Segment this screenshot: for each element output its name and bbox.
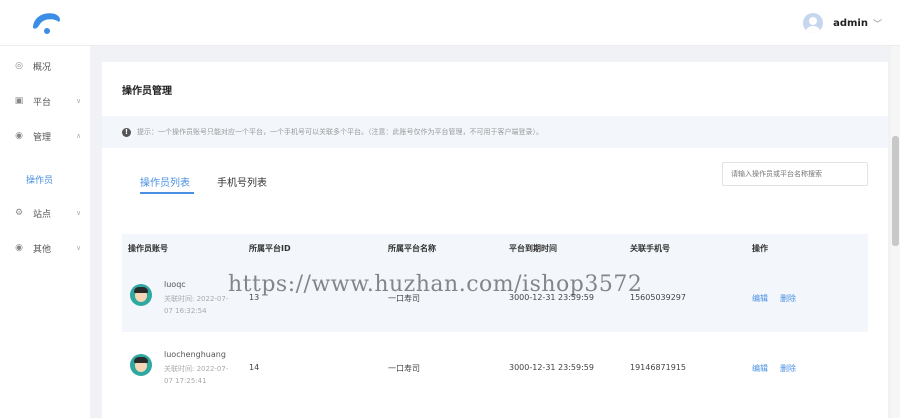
sidebar-item-site[interactable]: ⚙ 站点 ∨ xyxy=(0,203,90,223)
operator-avatar xyxy=(130,284,152,306)
platform-icon: ▣ xyxy=(14,96,24,106)
chevron-down-icon: ∨ xyxy=(76,209,82,217)
platform-id: 14 xyxy=(249,363,260,372)
manage-icon: ◉ xyxy=(15,131,23,141)
chevron-down-icon: ∨ xyxy=(76,244,82,252)
other-icon: ◉ xyxy=(15,243,23,253)
tip-banner: ! 提示：一个操作员账号只能对应一个平台，一个手机号可以关联多个平台。（注意：此… xyxy=(102,116,888,148)
sidebar-item-overview[interactable]: ◎ 概况 xyxy=(0,56,90,76)
delete-button[interactable]: 删除 xyxy=(780,293,796,304)
active-tab-indicator xyxy=(140,192,194,194)
app-logo-icon[interactable] xyxy=(30,9,62,37)
info-icon: ! xyxy=(122,127,131,137)
sidebar-subitem-operator[interactable]: 操作员 xyxy=(0,169,90,189)
column-header-account: 操作员账号 xyxy=(128,244,168,253)
column-header-platform-id: 所属平台ID xyxy=(249,244,291,253)
operator-account: luoqc xyxy=(164,280,186,289)
tip-text: 提示：一个操作员账号只能对应一个平台，一个手机号可以关联多个平台。（注意：此账号… xyxy=(137,128,543,136)
tab-phone-list[interactable]: 手机号列表 xyxy=(217,174,267,189)
edit-button[interactable]: 编辑 xyxy=(752,363,768,374)
column-header-phone: 关联手机号 xyxy=(630,244,670,253)
operator-avatar xyxy=(130,354,152,376)
sidebar-item-label: 管理 xyxy=(33,132,52,143)
table-row: luochenghuang 关联时间: 2022-07- 07 17:25:41… xyxy=(122,332,868,402)
user-avatar-icon xyxy=(803,13,824,33)
delete-button[interactable]: 删除 xyxy=(780,363,796,374)
overview-icon: ◎ xyxy=(15,61,23,71)
user-menu[interactable]: admin ﹀ xyxy=(803,13,882,33)
username: admin xyxy=(833,17,868,29)
scrollbar[interactable] xyxy=(891,46,900,418)
chevron-down-icon: ﹀ xyxy=(872,19,882,30)
column-header-expire: 平台到期时间 xyxy=(509,244,557,253)
expire-time: 3000-12-31 23:59:59 xyxy=(509,363,594,372)
sidebar: ◎ 概况 ▣ 平台 ∨ ◉ 管理 ∧ 操作员 ⚙ 站点 ∨ ◉ 其他 ∨ xyxy=(0,46,90,418)
top-header: admin ﹀ xyxy=(0,0,900,46)
operator-account: luochenghuang xyxy=(164,350,226,359)
sidebar-item-label: 平台 xyxy=(33,97,52,108)
sidebar-item-platform[interactable]: ▣ 平台 ∨ xyxy=(0,91,90,111)
link-time: 关联时间: 2022-07- xyxy=(164,295,229,303)
sidebar-item-label: 其他 xyxy=(33,244,52,255)
phone-number: 19146871915 xyxy=(630,363,686,372)
table-header: 操作员账号 所属平台ID 所属平台名称 平台到期时间 关联手机号 操作 xyxy=(122,234,868,262)
platform-name: 一口寿司 xyxy=(388,364,420,373)
edit-button[interactable]: 编辑 xyxy=(752,293,768,304)
sidebar-item-other[interactable]: ◉ 其他 ∨ xyxy=(0,238,90,258)
sidebar-subitem-label: 操作员 xyxy=(26,175,54,186)
column-header-actions: 操作 xyxy=(752,244,768,253)
link-time: 关联时间: 2022-07- xyxy=(164,365,229,373)
sidebar-item-label: 概况 xyxy=(33,62,52,73)
chevron-down-icon: ∨ xyxy=(76,97,82,105)
sidebar-item-label: 站点 xyxy=(33,209,52,220)
link-time-rest: 07 17:25:41 xyxy=(164,377,207,385)
gear-icon: ⚙ xyxy=(14,208,24,218)
main-card: 操作员管理 ! 提示：一个操作员账号只能对应一个平台，一个手机号可以关联多个平台… xyxy=(102,62,888,418)
watermark-text: https://www.huzhan.com/ishop3572 xyxy=(228,272,643,297)
search-input[interactable] xyxy=(722,162,868,186)
link-time-rest: 07 16:32:54 xyxy=(164,307,207,315)
chevron-up-icon: ∧ xyxy=(76,132,82,140)
sidebar-item-manage[interactable]: ◉ 管理 ∧ xyxy=(0,126,90,146)
scrollbar-thumb[interactable] xyxy=(892,136,899,246)
page-title: 操作员管理 xyxy=(122,86,172,97)
column-header-platform-name: 所属平台名称 xyxy=(388,244,436,253)
tab-operator-list[interactable]: 操作员列表 xyxy=(140,174,190,189)
